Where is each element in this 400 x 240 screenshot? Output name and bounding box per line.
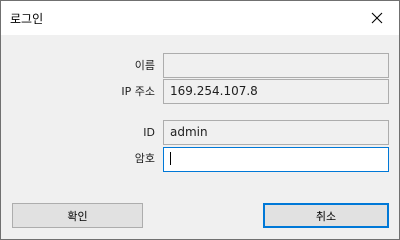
close-button[interactable]	[355, 1, 399, 35]
name-field	[163, 53, 389, 78]
name-label: 이름	[134, 59, 155, 72]
window-title: 로그인	[10, 12, 44, 26]
ip-address-field: 169.254.107.8	[163, 79, 389, 104]
ok-button[interactable]: 확인	[12, 203, 143, 228]
id-label: ID	[143, 126, 155, 139]
cancel-button[interactable]: 취소	[263, 203, 389, 228]
ip-address-label: IP 주소	[121, 85, 155, 98]
login-dialog: 로그인 이름 IP 주소 169.254.107.8 ID admin 암호 확…	[0, 0, 400, 240]
password-label: 암호	[134, 152, 155, 165]
text-caret	[170, 152, 171, 165]
title-bar: 로그인	[1, 1, 399, 35]
password-field[interactable]	[163, 147, 389, 172]
dialog-body: 이름 IP 주소 169.254.107.8 ID admin 암호 확인 취소	[1, 35, 399, 239]
close-icon	[371, 12, 383, 24]
id-field: admin	[163, 120, 389, 145]
